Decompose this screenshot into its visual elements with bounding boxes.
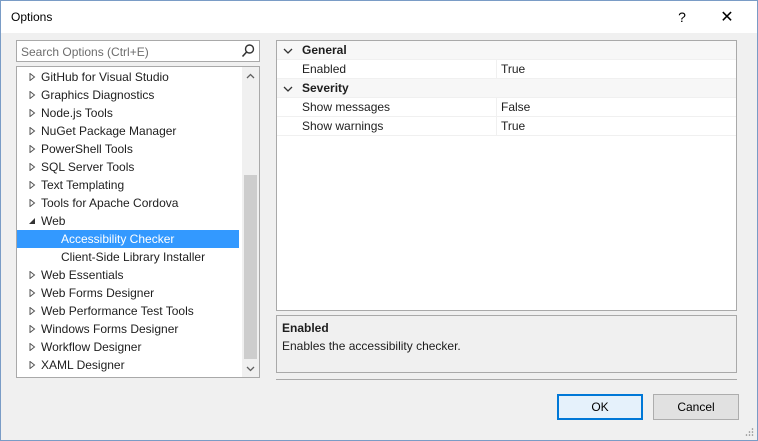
divider xyxy=(276,379,737,380)
property-row-enabled[interactable]: Enabled True xyxy=(277,60,736,79)
property-name: Show messages xyxy=(302,100,391,114)
tree-item[interactable]: Client-Side Library Installer xyxy=(17,248,239,266)
help-button[interactable]: ? xyxy=(660,1,704,33)
tree-item-label: Web Performance Test Tools xyxy=(41,304,194,318)
options-dialog: Options ? ✕ Search Options (Ctrl+E) GitH… xyxy=(0,0,758,441)
window-title: Options xyxy=(11,10,53,24)
tree-item-label: Text Templating xyxy=(41,178,125,192)
column-divider xyxy=(496,117,497,136)
property-value[interactable]: False xyxy=(501,98,530,117)
tree-item-label: SQL Server Tools xyxy=(41,160,135,174)
scroll-thumb[interactable] xyxy=(244,175,257,359)
collapsed-triangle-icon[interactable] xyxy=(28,307,36,315)
tree-item[interactable]: Windows Forms Designer xyxy=(17,320,239,338)
resize-grip-icon[interactable] xyxy=(744,427,754,437)
tree-item[interactable]: Web Forms Designer xyxy=(17,284,239,302)
collapsed-triangle-icon[interactable] xyxy=(28,109,36,117)
collapsed-triangle-icon[interactable] xyxy=(28,145,36,153)
close-button[interactable]: ✕ xyxy=(705,1,749,33)
collapsed-triangle-icon[interactable] xyxy=(28,163,36,171)
tree-item-label: Windows Forms Designer xyxy=(41,322,179,336)
chevron-up-icon xyxy=(246,73,255,78)
tree-item[interactable]: Web Essentials xyxy=(17,266,239,284)
description-title: Enabled xyxy=(282,321,329,335)
chevron-down-icon[interactable] xyxy=(283,85,293,93)
tree-item-label: PowerShell Tools xyxy=(41,142,133,156)
property-value[interactable]: True xyxy=(501,60,525,79)
search-icon[interactable] xyxy=(240,43,256,59)
property-name: Show warnings xyxy=(302,119,384,133)
collapsed-triangle-icon[interactable] xyxy=(28,361,36,369)
tree-scrollbar[interactable] xyxy=(242,67,259,377)
tree-item-label: Accessibility Checker xyxy=(61,232,175,246)
tree-item-label: Web xyxy=(41,214,66,228)
tree-item[interactable]: Web xyxy=(17,212,239,230)
tree-item-label: Web Forms Designer xyxy=(41,286,155,300)
tree-item[interactable]: Node.js Tools xyxy=(17,104,239,122)
ok-button[interactable]: OK xyxy=(557,394,643,420)
tree-item-label: NuGet Package Manager xyxy=(41,124,177,138)
property-grid: General Enabled True Severity Show messa… xyxy=(276,40,737,311)
cancel-button[interactable]: Cancel xyxy=(653,394,739,420)
tree-item-label: Graphics Diagnostics xyxy=(41,88,155,102)
tree-item[interactable]: Web Performance Test Tools xyxy=(17,302,239,320)
column-divider xyxy=(496,60,497,79)
tree-item-label: Workflow Designer xyxy=(41,340,142,354)
tree-item[interactable]: Workflow Designer xyxy=(17,338,239,356)
tree-item-label: Tools for Apache Cordova xyxy=(41,196,179,210)
search-placeholder: Search Options (Ctrl+E) xyxy=(21,45,149,59)
collapsed-triangle-icon[interactable] xyxy=(28,91,36,99)
tree-item[interactable]: PowerShell Tools xyxy=(17,140,239,158)
description-pane: Enabled Enables the accessibility checke… xyxy=(276,315,737,373)
category-general[interactable]: General xyxy=(277,41,736,60)
title-bar: Options ? ✕ xyxy=(1,1,757,33)
collapsed-triangle-icon[interactable] xyxy=(28,73,36,81)
tree-item[interactable]: Tools for Apache Cordova xyxy=(17,194,239,212)
tree-item[interactable]: SQL Server Tools xyxy=(17,158,239,176)
collapsed-triangle-icon[interactable] xyxy=(28,325,36,333)
category-severity[interactable]: Severity xyxy=(277,79,736,98)
tree-item-label: GitHub for Visual Studio xyxy=(41,70,169,84)
property-row-show-warnings[interactable]: Show warnings True xyxy=(277,117,736,136)
column-divider xyxy=(496,98,497,117)
expanded-triangle-icon[interactable] xyxy=(28,217,36,225)
tree-item-label: Node.js Tools xyxy=(41,106,113,120)
tree-item[interactable]: NuGet Package Manager xyxy=(17,122,239,140)
chevron-down-icon xyxy=(246,366,255,371)
property-name: Enabled xyxy=(302,62,347,76)
collapsed-triangle-icon[interactable] xyxy=(28,199,36,207)
tree-item[interactable]: Graphics Diagnostics xyxy=(17,86,239,104)
chevron-down-icon[interactable] xyxy=(283,47,293,55)
tree-item-label: Client-Side Library Installer xyxy=(61,250,206,264)
tree-item-label: XAML Designer xyxy=(41,358,125,372)
tree-item[interactable]: GitHub for Visual Studio xyxy=(17,68,239,86)
property-value[interactable]: True xyxy=(501,117,525,136)
property-row-show-messages[interactable]: Show messages False xyxy=(277,98,736,117)
description-text: Enables the accessibility checker. xyxy=(282,339,461,353)
tree-item[interactable]: Accessibility Checker xyxy=(17,230,239,248)
tree-item[interactable]: XAML Designer xyxy=(17,356,239,374)
search-input[interactable]: Search Options (Ctrl+E) xyxy=(16,40,260,62)
category-label: General xyxy=(302,43,347,57)
tree-item[interactable]: Text Templating xyxy=(17,176,239,194)
collapsed-triangle-icon[interactable] xyxy=(28,271,36,279)
tree-item-label: Web Essentials xyxy=(41,268,124,282)
collapsed-triangle-icon[interactable] xyxy=(28,289,36,297)
collapsed-triangle-icon[interactable] xyxy=(28,181,36,189)
collapsed-triangle-icon[interactable] xyxy=(28,127,36,135)
scroll-down-button[interactable] xyxy=(242,360,259,377)
options-tree: GitHub for Visual Studio Graphics Diagnos… xyxy=(16,66,260,378)
scroll-up-button[interactable] xyxy=(242,67,259,84)
collapsed-triangle-icon[interactable] xyxy=(28,343,36,351)
category-label: Severity xyxy=(302,81,349,95)
